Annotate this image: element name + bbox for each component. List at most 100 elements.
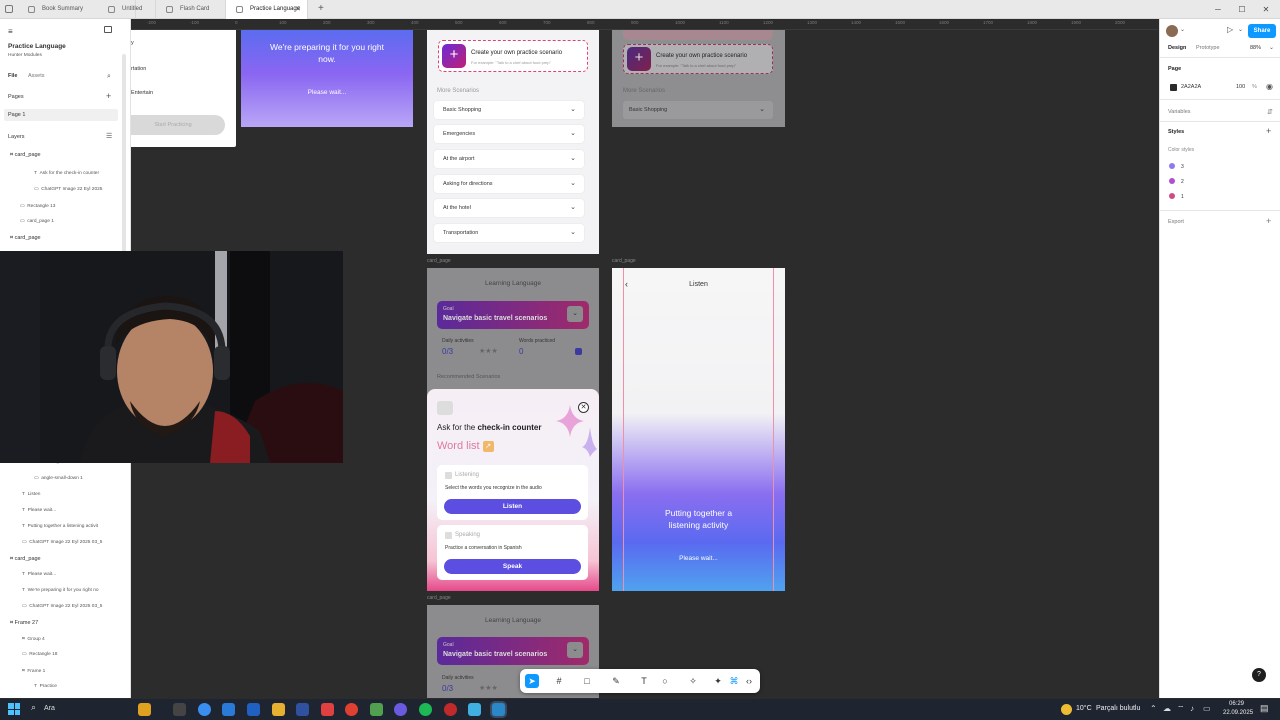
file-name[interactable]: Practice Language [8,43,66,50]
chevron-down-icon[interactable]: ⌄ [1238,26,1243,33]
help-icon[interactable]: ? [1252,668,1266,682]
color-style-name[interactable]: 3 [1181,164,1184,170]
tab-flash-card[interactable]: Flash Card [156,0,226,19]
listen-frame[interactable]: ‹ Listen Putting together a listening ac… [612,268,785,591]
maximize-icon[interactable]: ☐ [1230,0,1254,19]
layer-row[interactable]: ⌗ Frame 1 [22,668,45,674]
layers-filter-icon[interactable]: ☰ [106,132,112,140]
tab-untitled[interactable]: Untitled [98,0,156,19]
frame-partial[interactable]: y rtation Entertain Start Practicing [131,30,236,147]
scenario-item[interactable]: Basic Shopping ⌄ [434,101,584,119]
add-page-icon[interactable]: + [106,91,111,101]
word-list-modal[interactable]: ✕ Ask for the check-in counter Word list… [427,389,599,591]
chevron-down-icon[interactable]: ⌄ [567,642,583,658]
text-tool-icon[interactable]: T [637,674,651,688]
layer-row[interactable]: T Practice [34,684,57,689]
tab-file[interactable]: File [8,73,17,79]
listen-button[interactable]: Listen [444,499,581,514]
color-style-swatch[interactable] [1169,178,1175,184]
close-tab-icon[interactable]: ✕ [295,0,301,19]
weather-icon[interactable] [1061,704,1072,715]
export-title[interactable]: Export [1168,219,1184,225]
scenario-item[interactable]: At the hotel ⌄ [434,199,584,217]
scenario-list-frame[interactable]: + Create your own practice scenario For … [427,30,599,254]
search-icon[interactable]: ⌕ [107,73,111,81]
page-opacity-value[interactable]: 100 [1236,84,1245,90]
layer-row[interactable]: ⌗ card_page [10,235,41,242]
frame-tool-icon[interactable]: # [552,674,566,688]
frame-label[interactable]: card_page [612,258,636,264]
app-icon[interactable] [370,703,383,716]
layer-row[interactable]: ⌗ card_page [10,556,41,563]
chevron-up-icon[interactable]: ⌃ [1150,704,1157,713]
volume-icon[interactable]: ♪ [1190,704,1194,713]
page-list-item[interactable]: Page 1 [4,109,118,121]
play-icon[interactable]: ▷ [1227,25,1233,34]
create-scenario-card[interactable]: + Create your own practice scenario For … [438,40,588,72]
tray-icon[interactable]: ☁ [1163,704,1171,713]
checkbox[interactable] [445,472,452,479]
folder-icon[interactable] [272,703,285,716]
windows-start-icon[interactable] [8,703,20,715]
app-icon[interactable] [468,703,481,716]
layer-row[interactable]: T We're preparing it for you right no [22,588,99,593]
variables-title[interactable]: Variables [1168,109,1191,115]
layer-row[interactable]: ▭ card_page 1 [20,219,54,224]
layer-row[interactable]: ⌗ Group 4 [22,636,45,642]
actions-tool-icon[interactable]: ✧ [686,674,700,688]
minimize-icon[interactable]: ─ [1206,0,1230,19]
move-tool-icon[interactable]: ➤ [525,674,539,688]
tab-assets[interactable]: Assets [28,73,45,79]
task-view-icon[interactable] [173,703,186,716]
widget-icon[interactable] [138,703,151,716]
rectangle-tool-icon[interactable]: □ [580,674,594,688]
notification-icon[interactable]: ▤ [1260,703,1269,714]
figma-icon[interactable] [321,703,334,716]
layer-row[interactable]: ▭ angle-small-down 1 [34,476,83,481]
clock-date[interactable]: 22.09.2025 [1223,710,1253,716]
listening-card[interactable]: Listening Select the words you recognize… [437,465,588,520]
speak-button[interactable]: Speak [444,559,581,574]
search-icon[interactable]: ⌕ [31,702,36,713]
weather-temp[interactable]: 10°C [1076,705,1092,712]
preparing-frame[interactable]: We're preparing it for you right now. Pl… [241,30,413,127]
close-icon[interactable]: ✕ [578,402,589,413]
start-practicing-button[interactable]: Start Practicing [131,115,225,135]
menu-icon[interactable]: ≡ [8,27,13,36]
app-icon[interactable] [296,703,309,716]
scrollbar[interactable] [122,54,126,254]
active-app-icon[interactable] [492,703,505,716]
dev-mode-icon[interactable]: ‹› [742,674,756,688]
layer-row[interactable]: ▭ ChatGPT Image 22 Eyl 2025 03_5 [22,604,102,609]
scenario-item[interactable]: At the airport ⌄ [434,150,584,168]
add-style-icon[interactable]: + [1266,126,1271,136]
home-icon[interactable] [5,5,13,13]
color-style-name[interactable]: 1 [1181,194,1184,200]
color-style-swatch[interactable] [1169,193,1175,199]
layer-row[interactable]: ⌗ Frame 27 [10,620,38,627]
layer-row[interactable]: ▭ ChatGPT Image 22 Eyl 2025 03_5 [22,540,102,545]
page-color-value[interactable]: 2A2A2A [1181,84,1201,90]
pen-tool-icon[interactable]: ✎ [609,674,623,688]
zoom-level[interactable]: 88% [1250,45,1261,51]
taskbar-search[interactable]: Ara [44,705,55,712]
outlook-icon[interactable] [247,703,260,716]
spotify-icon[interactable] [419,703,432,716]
goal-card[interactable]: Goal Navigate basic travel scenarios ⌄ [437,637,589,665]
create-scenario-card[interactable]: + Create your own practice scenario For … [623,44,773,74]
layer-row[interactable]: ▭ Rectangle 18 [22,652,57,657]
word-list-heading[interactable]: Word list ↗ [437,440,494,452]
add-export-icon[interactable]: + [1266,216,1271,226]
layer-row[interactable]: T Please wait... [22,572,56,577]
draw-mode-icon[interactable]: ✦ [711,674,725,688]
frame-label[interactable]: card_page [427,258,451,264]
variables-icon[interactable]: ⇵ [1267,108,1273,116]
color-style-swatch[interactable] [1169,163,1175,169]
avatar[interactable] [1166,25,1178,37]
close-window-icon[interactable]: ✕ [1254,0,1278,19]
page-color-swatch[interactable] [1170,84,1177,91]
layer-row[interactable]: ▭ Rectangle 13 [20,204,55,209]
scenario-item[interactable]: Asking for directions ⌄ [434,175,584,193]
chevron-down-icon[interactable]: ⌄ [567,306,583,322]
discord-icon[interactable] [394,703,407,716]
